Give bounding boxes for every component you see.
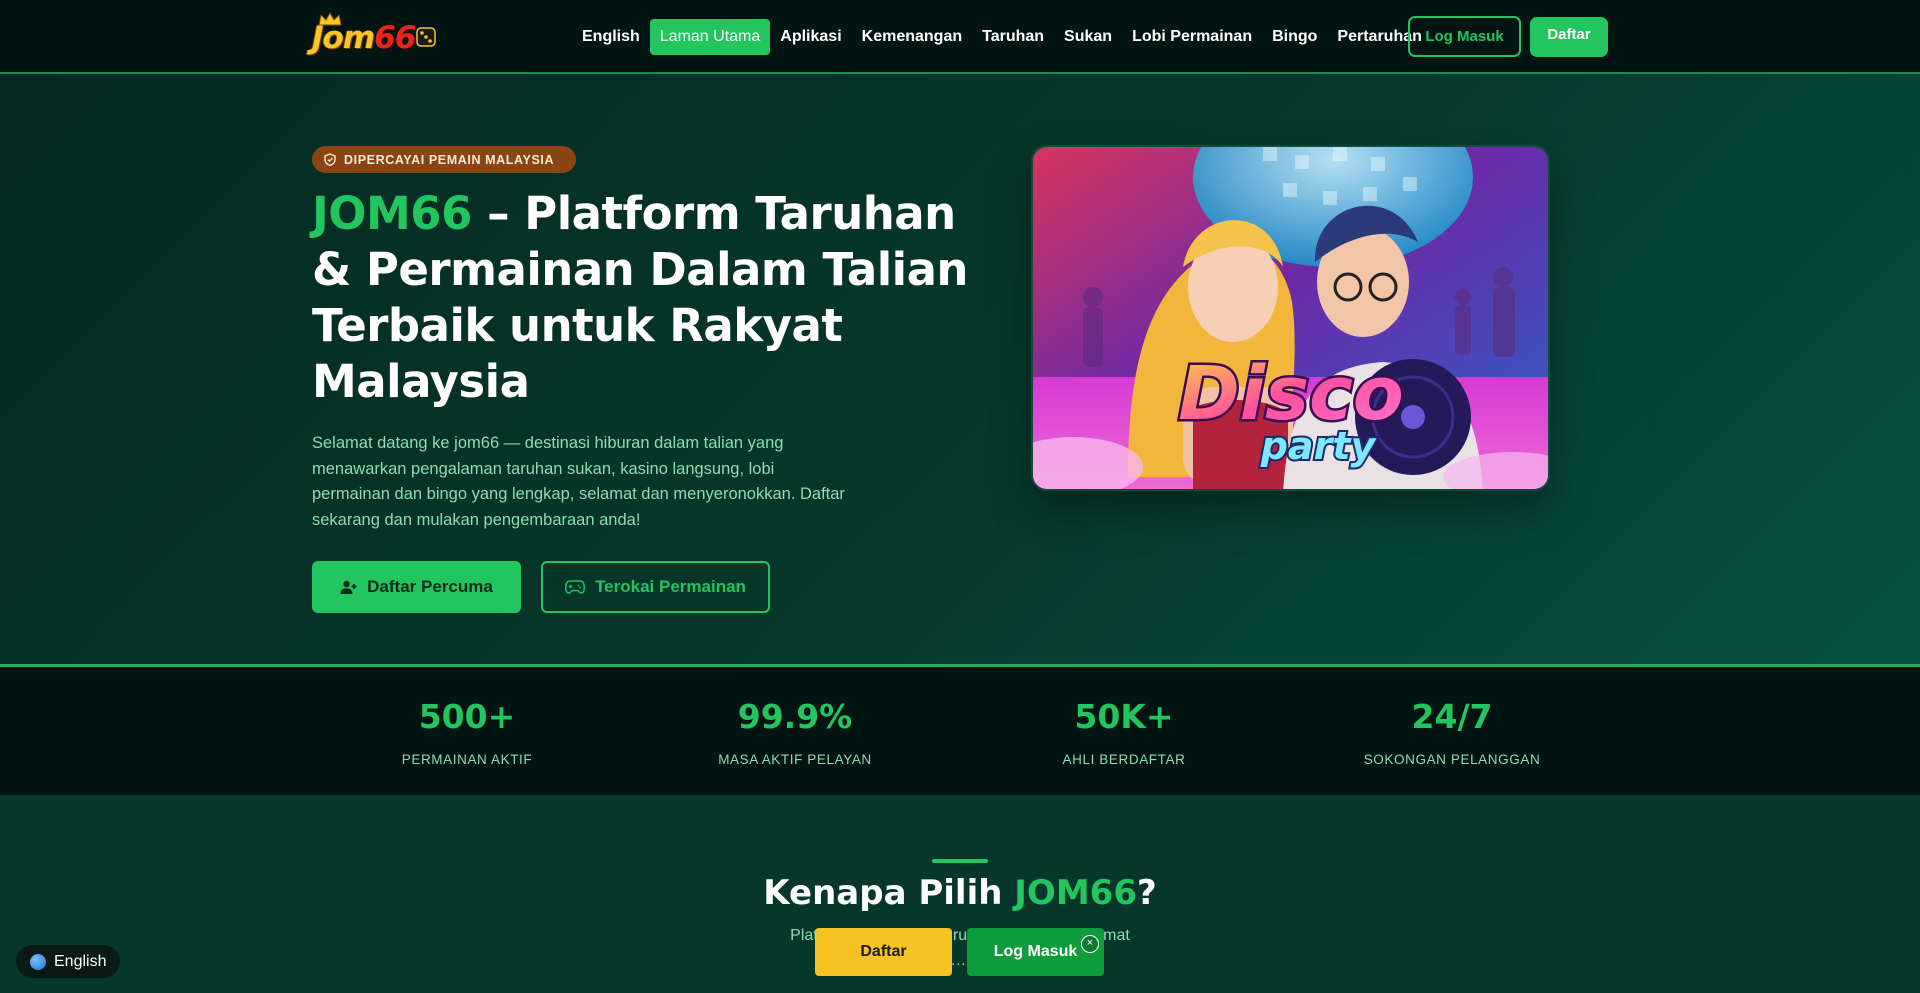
trust-badge-label: DIPERCAYAI PEMAIN MALAYSIA [344,152,555,167]
stat-label: AHLI BERDAFTAR [1062,752,1186,767]
why-description: Platform jom66 direk…ru…a — pantas, sela… [790,927,1130,969]
language-label: English [54,952,107,970]
gamepad-icon [565,580,586,594]
dice-icon [416,27,436,47]
language-switcher[interactable]: English [16,945,120,978]
nav-item-english[interactable]: English [572,19,650,55]
free-register-button[interactable]: Daftar Percuma [312,561,521,613]
stat-label: PERMAINAN AKTIF [401,752,533,767]
disco-party-artwork: Disco party [1033,147,1548,489]
stats-bar: 500+ PERMAINAN AKTIF 99.9% MASA AKTIF PE… [0,664,1920,795]
login-button[interactable]: Log Masuk [1408,16,1521,57]
floating-login-button[interactable]: Log Masuk [967,928,1104,976]
hero-description: Selamat datang ke jom66 — destinasi hibu… [312,434,845,529]
stat-value: 24/7 [1411,697,1493,736]
main-nav: English Laman Utama Aplikasi Kemenangan … [572,19,1432,55]
stat-value: 99.9% [737,697,853,736]
site-logo[interactable]: Jom66 [312,12,436,58]
explore-games-label: Terokai Permainan [595,577,746,596]
stat-value: 500+ [418,697,516,736]
hero-title: JOM66 – Platform Taruhan & Permainan Dal… [312,186,972,410]
why-title: Kenapa Pilih JOM66? [763,873,1157,913]
trust-badge: DIPERCAYAI PEMAIN MALAYSIA [312,146,576,173]
close-icon[interactable]: × [1081,935,1099,953]
nav-item-sukan[interactable]: Sukan [1054,19,1122,55]
logo-wordmark: Jom66 [312,20,416,56]
nav-item-taruhan[interactable]: Taruhan [972,19,1054,55]
free-register-label: Daftar Percuma [367,577,493,596]
stat-label: MASA AKTIF PELAYAN [718,752,872,767]
register-button[interactable]: Daftar [1530,17,1608,57]
featured-game-image[interactable]: Disco party [1031,145,1550,491]
top-navbar: Jom66 English Laman Utama Aplikasi Kemen… [0,0,1920,74]
nav-item-kemenangan[interactable]: Kemenangan [852,19,972,55]
why-section: Kenapa Pilih JOM66? Platform jom66 direk… [0,795,1920,993]
explore-games-button[interactable]: Terokai Permainan [541,561,770,613]
floating-register-button[interactable]: Daftar [815,928,952,976]
nav-item-laman-utama[interactable]: Laman Utama [649,19,771,55]
shield-icon [324,153,336,166]
svg-text:party: party [1260,424,1378,468]
stat-value: 50K+ [1074,697,1174,736]
nav-item-bingo[interactable]: Bingo [1262,19,1327,55]
nav-item-aplikasi[interactable]: Aplikasi [770,19,851,55]
user-plus-icon [340,580,357,594]
nav-item-lobi-permainan[interactable]: Lobi Permainan [1122,19,1262,55]
stat-label: SOKONGAN PELANGGAN [1363,752,1541,767]
globe-icon [30,953,46,970]
hero-title-brand: JOM66 [312,187,472,240]
section-divider [932,859,988,863]
